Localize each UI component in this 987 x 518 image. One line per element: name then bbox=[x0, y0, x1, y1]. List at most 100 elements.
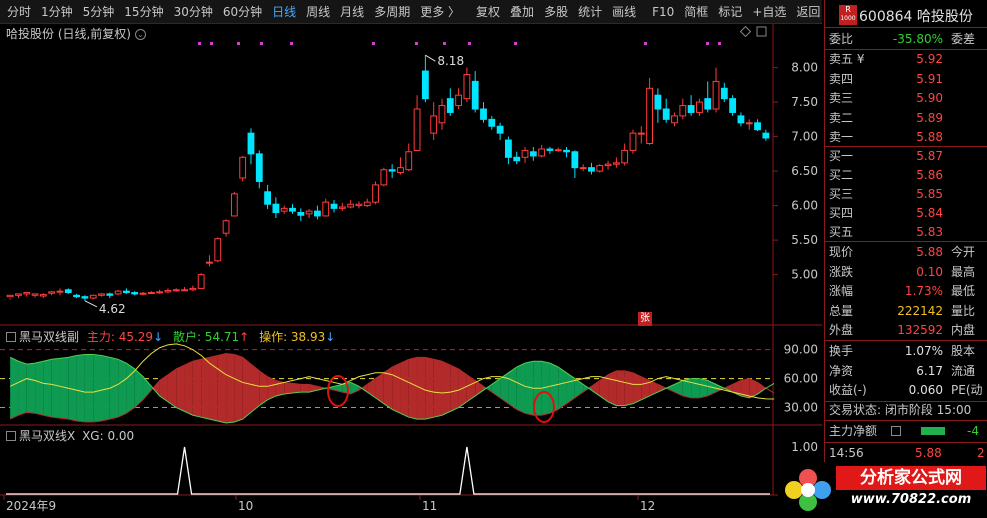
bid-row-3-label: 买四 bbox=[829, 206, 854, 220]
indicator1-name: 黑马双线副 bbox=[19, 330, 80, 344]
candle-body bbox=[330, 203, 338, 209]
stat-row-5: 换手 1.07% 股本 bbox=[829, 341, 987, 361]
candlestick-series: 8.18 4.62 bbox=[6, 54, 770, 316]
bid-row-0-label: 买一 bbox=[829, 149, 854, 163]
stock-header: 600864 哈投股份 bbox=[859, 6, 973, 26]
stock-name: 哈投股份 bbox=[916, 9, 973, 25]
candle-body bbox=[181, 289, 188, 292]
candle-body bbox=[687, 105, 695, 113]
candle-body bbox=[164, 289, 172, 293]
bid-row-1-label: 买二 bbox=[829, 168, 854, 182]
operation-label: 操作: 38.93 bbox=[259, 330, 326, 344]
candle-body bbox=[596, 165, 604, 172]
stat-row-5-label: 换手 bbox=[829, 344, 854, 358]
indicator1-fill bbox=[300, 384, 310, 393]
candle-body bbox=[172, 289, 180, 292]
weicha-label: 委差 bbox=[951, 32, 976, 46]
candle-body bbox=[81, 296, 89, 299]
indicator1-fill bbox=[400, 359, 409, 418]
bid-row-4-value: 5.83 bbox=[916, 225, 943, 239]
indicator1-fill bbox=[666, 384, 675, 393]
ask-row-1-value: 5.91 bbox=[916, 71, 943, 86]
candle-body bbox=[255, 153, 263, 182]
indicator1-fill bbox=[176, 365, 185, 412]
candle-body bbox=[621, 149, 629, 164]
indicator1-fill bbox=[51, 358, 60, 419]
signal-dot bbox=[210, 42, 213, 45]
indicator1-fill bbox=[118, 359, 127, 418]
operation-arrow: ↓ bbox=[325, 330, 336, 344]
retail-label: 散户: 54.71 bbox=[172, 330, 240, 344]
indicator2-tick: 1.00 bbox=[791, 440, 818, 454]
indicator1-fill bbox=[657, 384, 667, 393]
indicator1-fill bbox=[184, 361, 193, 416]
grid-layer bbox=[0, 24, 822, 496]
candle-body bbox=[554, 149, 562, 152]
signal-dot bbox=[198, 42, 201, 45]
indicator1-fill bbox=[466, 374, 476, 402]
price-tick: 6.00 bbox=[791, 199, 818, 213]
candle-body bbox=[230, 193, 238, 217]
candle-body bbox=[355, 203, 363, 207]
signal-dot bbox=[443, 42, 446, 45]
indicator1-fill bbox=[699, 378, 708, 398]
candle-body bbox=[264, 191, 271, 205]
candle-body bbox=[23, 292, 31, 295]
candle-body bbox=[712, 80, 720, 110]
candle-body bbox=[197, 274, 205, 289]
candle-body bbox=[513, 156, 521, 162]
order-badge[interactable]: 张 bbox=[638, 312, 652, 326]
candle-body bbox=[114, 290, 122, 295]
candle-body bbox=[239, 156, 247, 179]
candle-body bbox=[563, 149, 570, 153]
diamond-icon bbox=[739, 25, 752, 38]
signal-dot bbox=[514, 42, 517, 45]
candle-body bbox=[529, 151, 537, 157]
candle-body bbox=[505, 139, 512, 158]
indicator1-fill bbox=[558, 367, 567, 410]
candle-body bbox=[579, 167, 587, 170]
indicator1-fill bbox=[26, 363, 36, 414]
candle-body bbox=[131, 292, 139, 295]
bid-row-0-value: 5.87 bbox=[916, 149, 943, 163]
indicator1-fill bbox=[217, 353, 227, 423]
stat-row-6-value: 6.17 bbox=[916, 363, 943, 378]
candle-body bbox=[89, 294, 97, 299]
trade-status: 交易状态: 闭市阶段 15:00 bbox=[829, 403, 972, 417]
candle-body bbox=[546, 148, 554, 151]
stat-row-4-ext: 内盘 bbox=[951, 323, 976, 337]
indicator1-fill bbox=[10, 357, 19, 420]
xg-signal-line bbox=[6, 446, 770, 495]
stat-row-4-value: 132592 bbox=[897, 323, 943, 337]
candle-body bbox=[397, 167, 404, 173]
candle-body bbox=[305, 210, 313, 215]
indicator1-fill bbox=[250, 364, 260, 413]
candle-body bbox=[604, 163, 612, 167]
stat-row-7-label: 收益(-) bbox=[829, 383, 867, 397]
price-tick: 5.00 bbox=[791, 268, 818, 282]
price-tick: 7.50 bbox=[791, 95, 818, 109]
candle-body bbox=[280, 207, 288, 212]
webi-label: 委比 bbox=[829, 32, 854, 46]
stat-row-5-value: 1.07% bbox=[904, 344, 943, 358]
ask-row-4-value: 5.88 bbox=[916, 130, 943, 144]
candle-body bbox=[206, 261, 213, 264]
candle-body bbox=[73, 294, 80, 298]
indicator1-fill bbox=[757, 382, 766, 395]
indicator1-fill bbox=[632, 372, 642, 404]
panel-collapse-icon[interactable] bbox=[6, 332, 16, 342]
panel-collapse-icon[interactable] bbox=[6, 431, 16, 441]
signal-dot bbox=[718, 42, 721, 45]
indicator1-fill bbox=[192, 359, 202, 418]
candle-body bbox=[247, 132, 255, 155]
high-label: 8.18 bbox=[437, 54, 464, 68]
indicator1-fill bbox=[516, 363, 526, 414]
indicator1-tick: 60.00 bbox=[784, 372, 818, 386]
tick-row: 14:56 5.88 2 bbox=[829, 443, 987, 463]
webi-value: -35.80% bbox=[892, 32, 943, 46]
candle-body bbox=[39, 294, 47, 297]
list-icon[interactable] bbox=[891, 426, 901, 436]
low-marker bbox=[84, 300, 98, 308]
stat-row-2-label: 涨幅 bbox=[829, 284, 854, 298]
indicator1-fill bbox=[84, 354, 94, 422]
